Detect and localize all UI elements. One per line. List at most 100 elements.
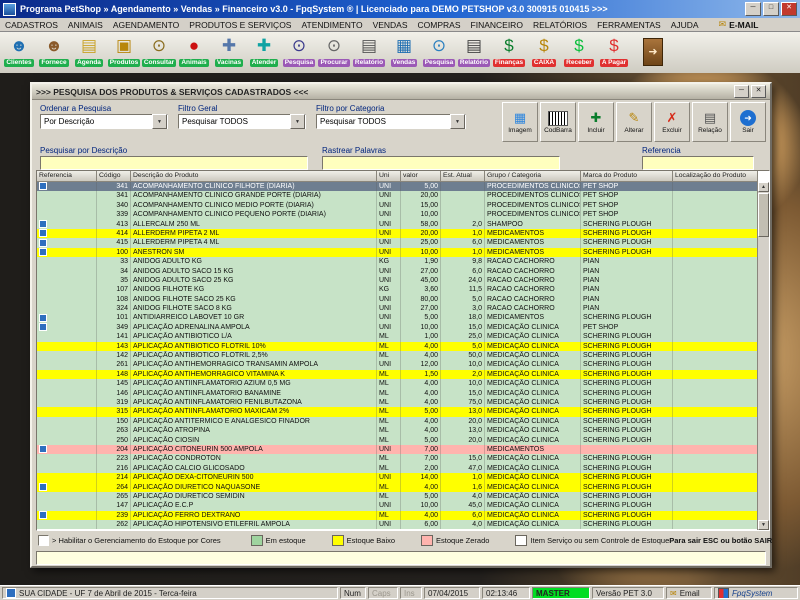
column-header-valor[interactable]: valor — [401, 171, 441, 182]
toolbar-button-fornece[interactable]: ☻Fornece — [37, 33, 71, 73]
table-row[interactable]: 204APLICAÇÃO CITONEURIN 500 AMPOLAUNI7,0… — [37, 445, 769, 454]
table-row[interactable]: 145APLICAÇÃO ANTIINFLAMATORIO AZIUM 0,5 … — [37, 379, 769, 388]
action-button-relacao[interactable]: ▤Relação — [692, 102, 728, 142]
scrollbar-thumb[interactable] — [758, 193, 769, 237]
minimize-button[interactable]: ─ — [745, 2, 761, 16]
action-button-codbarra[interactable]: CodBarra — [540, 102, 576, 142]
table-row[interactable]: 250APLICAÇÃO CIOSINML5,0020,0MEDICAÇÃO C… — [37, 436, 769, 445]
toolbar-button-vendas[interactable]: ▦Vendas — [387, 33, 421, 73]
toolbar-button-relatorio[interactable]: ▤Relatório — [352, 33, 386, 73]
dialog-minimize-button[interactable]: ─ — [734, 85, 749, 98]
menu-item-ferramentas[interactable]: FERRAMENTAS — [592, 20, 666, 30]
toolbar-button-agenda[interactable]: ▤Agenda — [72, 33, 106, 73]
description-search-input[interactable] — [40, 156, 308, 170]
menu-item-compras[interactable]: COMPRAS — [413, 20, 466, 30]
table-row[interactable]: 414ALLERDERM PIPETA 2 MLUNI20,001,0MEDIC… — [37, 229, 769, 238]
column-header-uni[interactable]: Uni — [377, 171, 401, 182]
toolbar-button-relatorio[interactable]: ▤Relatório — [457, 33, 491, 73]
table-row[interactable]: 324ANIDOG FILHOTE SACO 8 KGUNI27,003,0RA… — [37, 304, 769, 313]
table-row[interactable]: 341ACOMPANHAMENTO CLINICO GRANDE PORTE (… — [37, 191, 769, 200]
column-header-grupo-categoria[interactable]: Grupo / Categoria — [485, 171, 581, 182]
table-row[interactable]: 413ALLERCALM 250 MLUNI58,002,0SHAMPOOSCH… — [37, 220, 769, 229]
order-filter-select[interactable]: Por Descrição ▼ — [40, 114, 168, 129]
toolbar-button-receber[interactable]: $Receber — [562, 33, 596, 73]
scroll-down-icon[interactable]: ▼ — [758, 520, 769, 530]
table-row[interactable]: 142APLICAÇÃO ANTIBIOTICO FLOTRIL 2,5%ML4… — [37, 351, 769, 360]
table-row[interactable]: 262APLICAÇÃO HIPOTENSIVO ETILEFRIL AMPOL… — [37, 520, 769, 529]
column-header-referencia[interactable]: Referencia — [37, 171, 97, 182]
toolbar-button-vacinas[interactable]: ✚Vacinas — [212, 33, 246, 73]
table-row[interactable]: 315APLICAÇÃO ANTIINFLAMATORIO MAXICAM 2%… — [37, 407, 769, 416]
table-row[interactable]: 101ANTIDIARREICO LABOVET 10 GRUNI5,0018,… — [37, 313, 769, 322]
action-button-excluir[interactable]: ✗Excluir — [654, 102, 690, 142]
close-button[interactable]: ✕ — [781, 2, 797, 16]
toolbar-button-atender[interactable]: ✚Atender — [247, 33, 281, 73]
stock-colors-checkbox[interactable] — [38, 535, 49, 546]
menu-email[interactable]: ✉E-MAIL — [714, 19, 764, 30]
toolbar-button-caixa[interactable]: $CAIXA — [527, 33, 561, 73]
table-row[interactable]: 108ANIDOG FILHOTE SACO 25 KGUNI80,005,0R… — [37, 295, 769, 304]
menu-item-vendas[interactable]: VENDAS — [368, 20, 413, 30]
table-row[interactable]: 415ALLERDERM PIPETA 4 MLUNI25,006,0MEDIC… — [37, 238, 769, 247]
dialog-close-button[interactable]: ✕ — [751, 85, 766, 98]
table-row[interactable]: 263APLICAÇÃO ATROPINAML4,0013,0MEDICAÇÃO… — [37, 426, 769, 435]
table-row[interactable]: 214APLICAÇÃO DEXA-CITONEURIN 500UNI14,00… — [37, 473, 769, 482]
toolbar-button-pesquisa[interactable]: ⊙Pesquisa — [422, 33, 456, 73]
table-row[interactable]: 340ACOMPANHAMENTO CLINICO MEDIO PORTE (D… — [37, 201, 769, 210]
toolbar-button-consultar[interactable]: ⊙Consultar — [142, 33, 176, 73]
maximize-button[interactable]: □ — [763, 2, 779, 16]
table-row[interactable]: 150APLICAÇÃO ANTITERMICO E ANALGESICO FI… — [37, 417, 769, 426]
table-row[interactable]: 148APLICAÇÃO ANTIHEMORRAGICO VITAMINA KM… — [37, 370, 769, 379]
menu-item-animais[interactable]: ANIMAIS — [63, 20, 108, 30]
toolbar-button-financas[interactable]: $Finanças — [492, 33, 526, 73]
table-row[interactable]: 349APLICAÇÃO ADRENALINA AMPOLAUNI10,0015… — [37, 323, 769, 332]
menu-item-cadastros[interactable]: CADASTROS — [0, 20, 63, 30]
column-header-marca-do-produto[interactable]: Marca do Produto — [581, 171, 673, 182]
menu-item-produtos-e-servicos[interactable]: PRODUTOS E SERVIÇOS — [184, 20, 296, 30]
table-row[interactable]: 100ANESTRON SMUNI10,001,0MEDICAMENTOSSCH… — [37, 248, 769, 257]
toolbar-button-procurar[interactable]: ⊙Procurar — [317, 33, 351, 73]
menu-item-financeiro[interactable]: FINANCEIRO — [466, 20, 528, 30]
toolbar-button-animais[interactable]: ●Animais — [177, 33, 211, 73]
menu-item-agendamento[interactable]: AGENDAMENTO — [108, 20, 184, 30]
table-row[interactable]: 223APLICAÇÃO CONDROTONML7,0015,0MEDICAÇÃ… — [37, 454, 769, 463]
toolbar-button-sair[interactable]: ➜ — [638, 33, 668, 71]
scroll-up-icon[interactable]: ▲ — [758, 182, 769, 192]
chevron-down-icon[interactable]: ▼ — [290, 114, 305, 129]
table-row[interactable]: 264APLICAÇÃO DIURETICO NAQUASONEML4,001,… — [37, 483, 769, 492]
table-row[interactable]: 35ANIDOG ADULTO SACO 25 KGUNI45,0024,0RA… — [37, 276, 769, 285]
column-header-codigo[interactable]: Código — [97, 171, 131, 182]
toolbar-button-produtos[interactable]: ▣Produtos — [107, 33, 141, 73]
category-filter-select[interactable]: Pesquisar TODOS ▼ — [316, 114, 466, 129]
table-row[interactable]: 33ANIDOG ADULTO KGKG1,909,8RACAO CACHORR… — [37, 257, 769, 266]
table-row[interactable]: 107ANIDOG FILHOTE KGKG3,6011,5RACAO CACH… — [37, 285, 769, 294]
table-row[interactable]: 141APLICAÇÃO ANTIBIOTICO L/AML1,0025,0ME… — [37, 332, 769, 341]
status-panel-email[interactable]: ✉Email — [666, 587, 712, 599]
table-row[interactable]: 143APLICAÇÃO ANTIBIOTICO FLOTRIL 10%ML4,… — [37, 342, 769, 351]
column-header-descricao-do-produto[interactable]: Descrição do Produto — [131, 171, 377, 182]
menu-item-ajuda[interactable]: AJUDA — [666, 20, 704, 30]
table-row[interactable]: 147APLICAÇÃO E.C.PUNI10,0045,0MEDICAÇÃO … — [37, 501, 769, 510]
toolbar-button-pesquisa[interactable]: ⊙Pesquisa — [282, 33, 316, 73]
toolbar-button-a-pagar[interactable]: $A Pagar — [597, 33, 631, 73]
table-row[interactable]: 319APLICAÇÃO ANTIINFLAMATORIO FENILBUTAZ… — [37, 398, 769, 407]
table-row[interactable]: 339ACOMPANHAMENTO CLINICO PEQUENO PORTE … — [37, 210, 769, 219]
menu-item-atendimento[interactable]: ATENDIMENTO — [296, 20, 367, 30]
table-row[interactable]: 239APLICAÇÃO FERRO DEXTRANOML4,006,0MEDI… — [37, 511, 769, 520]
table-row[interactable]: 146APLICAÇÃO ANTIINFLAMATORIO BANAMINEML… — [37, 389, 769, 398]
table-row[interactable]: 261APLICAÇÃO ANTIHEMORRAGICO TRANSAMIN A… — [37, 360, 769, 369]
table-row[interactable]: 341ACOMPANHAMENTO CLINICO FILHOTE (DIARI… — [37, 182, 769, 191]
reference-input[interactable] — [642, 156, 754, 170]
action-button-incluir[interactable]: ✚Incluir — [578, 102, 614, 142]
toolbar-button-clientes[interactable]: ☻Clientes — [2, 33, 36, 73]
chevron-down-icon[interactable]: ▼ — [152, 114, 167, 129]
column-header-localizacao-do-produto[interactable]: Localização do Produto — [673, 171, 758, 182]
table-row[interactable]: 34ANIDOG ADULTO SACO 15 KGUNI27,006,0RAC… — [37, 267, 769, 276]
word-track-input[interactable] — [322, 156, 560, 170]
action-button-sair[interactable]: ➜Sair — [730, 102, 766, 142]
action-button-alterar[interactable]: ✎Alterar — [616, 102, 652, 142]
column-header-est-atual[interactable]: Est. Atual — [441, 171, 485, 182]
vertical-scrollbar[interactable]: ▲ ▼ — [757, 182, 769, 530]
general-filter-select[interactable]: Pesquisar TODOS ▼ — [178, 114, 306, 129]
menu-item-relatorios[interactable]: RELATÓRIOS — [528, 20, 592, 30]
